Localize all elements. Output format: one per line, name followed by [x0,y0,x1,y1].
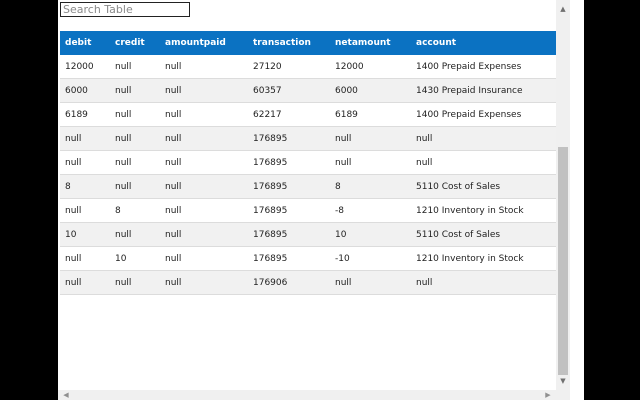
table-cell-credit: null [110,270,160,295]
table-panel: debit credit amountpaid transaction neta… [58,0,584,400]
table-cell-netamount: 6000 [330,78,411,103]
table-cell-account: 1400 Prepaid Expenses [411,102,556,127]
table-cell-debit: 8 [60,174,110,199]
table-cell-transaction: 176895 [248,246,330,271]
table-row[interactable]: null null null 176906 null null [60,270,556,295]
column-header-debit[interactable]: debit [60,31,110,55]
table-cell-debit: null [60,150,110,175]
table-cell-credit: 10 [110,246,160,271]
table-cell-credit: null [110,78,160,103]
table-row[interactable]: 8 null null 176895 8 5110 Cost of Sales [60,174,556,199]
table-cell-netamount: null [330,150,411,175]
table-cell-amountpaid: null [160,174,248,199]
table-cell-debit: null [60,126,110,151]
horizontal-scrollbar[interactable]: ◀ ▶ [58,390,556,400]
table-cell-account: 1430 Prepaid Insurance [411,78,556,103]
table-cell-credit: null [110,174,160,199]
table-cell-debit: null [60,246,110,271]
scroll-right-icon[interactable]: ▶ [542,390,554,400]
table-cell-amountpaid: null [160,78,248,103]
table-cell-amountpaid: null [160,246,248,271]
vertical-scrollbar[interactable]: ▲ ▼ [556,0,570,390]
table-row[interactable]: 10 null null 176895 10 5110 Cost of Sales [60,222,556,247]
table-cell-transaction: 62217 [248,102,330,127]
column-header-transaction[interactable]: transaction [248,31,330,55]
column-header-amountpaid[interactable]: amountpaid [160,31,248,55]
table-cell-amountpaid: null [160,102,248,127]
scroll-up-icon[interactable]: ▲ [556,2,570,16]
scroll-down-icon[interactable]: ▼ [556,374,570,388]
table-row[interactable]: null 10 null 176895 -10 1210 Inventory in Sto… [60,246,556,271]
table-cell-netamount: 10 [330,222,411,247]
column-header-account[interactable]: account [411,31,556,55]
table-cell-credit: null [110,222,160,247]
table-cell-transaction: 176906 [248,270,330,295]
table-cell-netamount: -10 [330,246,411,271]
table-cell-debit: 6189 [60,102,110,127]
table-cell-amountpaid: null [160,55,248,79]
table-cell-credit: null [110,55,160,79]
table-row[interactable]: 12000 null null 27120 12000 1400 Prepaid Expe… [60,55,556,79]
scrollbar-corner [556,390,570,400]
table-cell-transaction: 60357 [248,78,330,103]
table-cell-account: null [411,150,556,175]
data-table: debit credit amountpaid transaction neta… [60,31,556,295]
table-cell-account: null [411,270,556,295]
table-row[interactable]: null 8 null 176895 -8 1210 Inventory in Stock [60,198,556,223]
table-body: 12000 null null 27120 12000 1400 Prepaid Expe… [60,55,556,295]
table-cell-credit: 8 [110,198,160,223]
column-header-credit[interactable]: credit [110,31,160,55]
table-cell-amountpaid: null [160,222,248,247]
table-cell-credit: null [110,150,160,175]
scroll-left-icon[interactable]: ◀ [60,390,72,400]
table-cell-netamount: 8 [330,174,411,199]
table-row[interactable]: 6189 null null 62217 6189 1400 Prepaid Expens… [60,102,556,127]
table-cell-credit: null [110,102,160,127]
table-container: debit credit amountpaid transaction neta… [60,31,556,295]
search-input[interactable] [60,2,190,17]
table-cell-transaction: 176895 [248,222,330,247]
table-cell-amountpaid: null [160,198,248,223]
table-cell-debit: null [60,270,110,295]
table-row[interactable]: null null null 176895 null null [60,150,556,175]
table-cell-amountpaid: null [160,126,248,151]
table-cell-account: null [411,126,556,151]
table-cell-amountpaid: null [160,150,248,175]
table-cell-account: 1210 Inventory in Stock [411,246,556,271]
table-cell-amountpaid: null [160,270,248,295]
table-cell-netamount: 6189 [330,102,411,127]
table-row[interactable]: 6000 null null 60357 6000 1430 Prepaid Insura… [60,78,556,103]
table-cell-account: 1400 Prepaid Expenses [411,55,556,79]
table-cell-transaction: 27120 [248,55,330,79]
table-cell-netamount: 12000 [330,55,411,79]
table-cell-transaction: 176895 [248,126,330,151]
table-cell-transaction: 176895 [248,198,330,223]
table-cell-debit: null [60,198,110,223]
table-cell-credit: null [110,126,160,151]
table-cell-transaction: 176895 [248,174,330,199]
table-cell-debit: 12000 [60,55,110,79]
table-header-row: debit credit amountpaid transaction neta… [60,31,556,55]
table-cell-account: 5110 Cost of Sales [411,222,556,247]
table-cell-netamount: -8 [330,198,411,223]
table-cell-netamount: null [330,270,411,295]
table-cell-account: 1210 Inventory in Stock [411,198,556,223]
table-row[interactable]: null null null 176895 null null [60,126,556,151]
vertical-scroll-thumb[interactable] [558,147,568,375]
table-cell-debit: 10 [60,222,110,247]
column-header-netamount[interactable]: netamount [330,31,411,55]
table-cell-transaction: 176895 [248,150,330,175]
table-cell-account: 5110 Cost of Sales [411,174,556,199]
table-cell-netamount: null [330,126,411,151]
table-cell-debit: 6000 [60,78,110,103]
